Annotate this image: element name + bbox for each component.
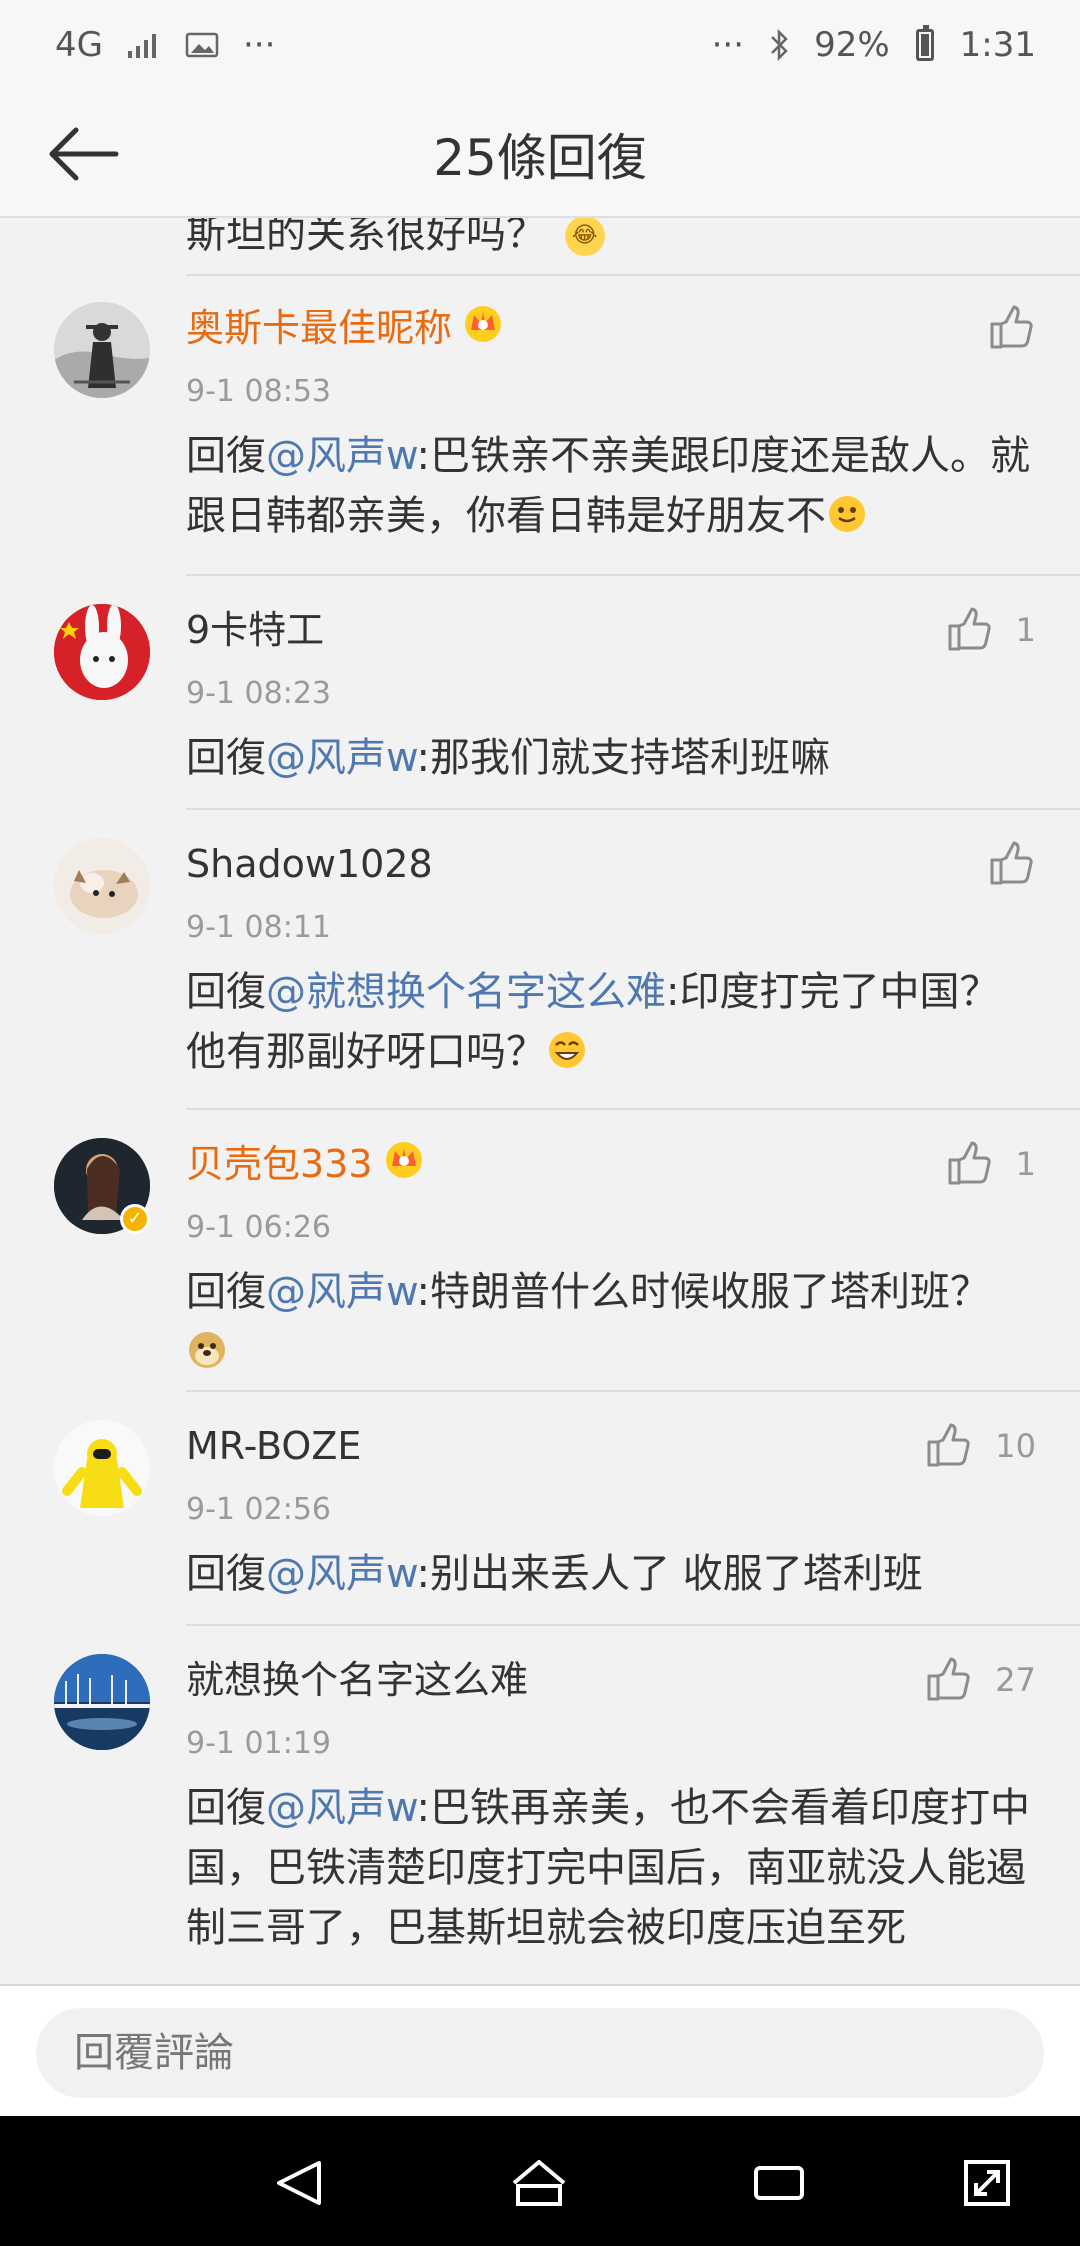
home-icon	[512, 2160, 566, 2206]
like-button[interactable]: 10	[925, 1422, 1036, 1470]
comment-mention[interactable]: @风声w	[266, 735, 417, 781]
recent-apps-icon	[754, 2166, 804, 2200]
back-button[interactable]	[40, 120, 124, 188]
comment-author-name[interactable]: Shadow1028	[186, 838, 433, 890]
like-button[interactable]	[988, 840, 1036, 888]
divider	[186, 574, 1080, 576]
image-icon	[185, 31, 219, 59]
comment-item[interactable]: MR-BOZE 9-1 02:56 10 回復@风声w:别出来丢人了 收服了塔利…	[0, 1394, 1080, 1626]
like-count: 1	[1015, 611, 1036, 649]
comment-mention[interactable]: @风声w	[266, 1785, 417, 1831]
like-count: 10	[995, 1427, 1036, 1465]
avatar[interactable]	[54, 604, 150, 700]
status-more-right: ···	[711, 25, 745, 65]
thumbs-up-icon	[927, 1657, 970, 1701]
avatar[interactable]	[54, 302, 150, 398]
nav-bar: 25條回復	[0, 90, 1080, 218]
thumbs-up-icon	[990, 841, 1033, 885]
thumbs-up-icon	[990, 305, 1033, 349]
page-title: 25條回復	[433, 129, 647, 187]
comment-text: 回復@风声w:别出来丢人了 收服了塔利班	[186, 1551, 923, 1597]
partial-comment: 斯坦的关系很好吗？ 😂	[186, 218, 1046, 266]
status-left-icons: 4G ···	[55, 25, 275, 65]
comment-time: 9-1 08:11	[186, 910, 331, 945]
battery-percent: 92%	[814, 25, 890, 65]
back-triangle-icon	[277, 2161, 321, 2205]
comment-time: 9-1 01:19	[186, 1726, 331, 1761]
comment-mention[interactable]: @风声w	[266, 1269, 417, 1315]
arrow-left-icon	[49, 127, 119, 181]
comment-time: 9-1 06:26	[186, 1210, 331, 1245]
like-button[interactable]: 1	[946, 606, 1036, 654]
comment-text: 回復@风声w:巴铁亲不亲美跟印度还是敌人。就跟日韩都亲美，你看日韩是好朋友不	[186, 433, 1031, 539]
comment-mention[interactable]: @风声w	[266, 433, 417, 479]
comment-mention[interactable]: @就想换个名字这么难	[266, 969, 666, 1015]
comment-item[interactable]: 就想换个名字这么难 9-1 01:19 27 回復@风声w:巴铁再亲美，也不会看…	[0, 1628, 1080, 1984]
network-label: 4G	[55, 25, 103, 65]
comment-item[interactable]: ✓ 贝壳包333 9-1 06:26 1 回復@风声w:特朗普什么时候收服了塔利…	[0, 1112, 1080, 1398]
battery-icon	[915, 25, 934, 61]
verified-badge-icon: ✓	[120, 1204, 150, 1234]
vip-crown-icon	[385, 1142, 422, 1178]
divider	[186, 808, 1080, 810]
comment-author-name[interactable]: 就想换个名字这么难	[186, 1654, 528, 1706]
divider	[186, 1390, 1080, 1392]
author-name-text: 奥斯卡最佳昵称	[186, 306, 453, 350]
comment-text: 回復@风声w:特朗普什么时候收服了塔利班？	[186, 1262, 1036, 1382]
split-screen-icon	[964, 2160, 1010, 2206]
comment-author-name[interactable]: 9卡特工	[186, 604, 324, 656]
avatar[interactable]	[54, 1654, 150, 1750]
comment-text: 回復@就想换个名字这么难:印度打完了中国？他有那副好呀口吗？	[186, 969, 1000, 1075]
tears-emoji-icon: 😂	[564, 218, 605, 256]
comment-author-name[interactable]: 奥斯卡最佳昵称	[186, 302, 504, 354]
comment-item[interactable]: 奥斯卡最佳昵称 9-1 08:53 回復@风声w:巴铁亲不亲美跟印度还是敌人。就…	[0, 276, 1080, 576]
like-count: 27	[995, 1661, 1036, 1699]
like-count: 1	[1015, 1145, 1036, 1183]
comment-item[interactable]: Shadow1028 9-1 08:11 回復@就想换个名字这么难:印度打完了中…	[0, 812, 1080, 1110]
comment-time: 9-1 08:53	[186, 374, 331, 409]
comments-list[interactable]: 斯坦的关系很好吗？ 😂 奥斯卡最佳昵称 9-1 08:53 回復@风声w:巴铁亲…	[0, 218, 1080, 1984]
comment-text: 回復@风声w:那我们就支持塔利班嘛	[186, 735, 831, 781]
divider	[186, 1108, 1080, 1110]
thumbs-up-icon	[927, 1423, 970, 1467]
thumbs-up-icon	[948, 607, 991, 651]
author-name-text: 贝壳包333	[186, 1142, 373, 1186]
divider	[186, 1624, 1080, 1626]
like-button[interactable]: 27	[925, 1656, 1036, 1704]
reply-comment-input[interactable]	[36, 2008, 1044, 2098]
comment-item[interactable]: 9卡特工 9-1 08:23 1 回復@风声w:那我们就支持塔利班嘛	[0, 578, 1080, 808]
vip-crown-icon	[465, 306, 502, 342]
status-bar: 4G ··· ··· 92% 1:31	[0, 0, 1080, 90]
laughing-emoji-icon	[549, 1032, 585, 1068]
like-button[interactable]	[988, 304, 1036, 352]
doge-emoji-icon	[189, 1332, 225, 1368]
avatar[interactable]	[54, 838, 150, 934]
system-home-button[interactable]	[508, 2152, 570, 2214]
comment-text: 回復@风声w:巴铁再亲美，也不会看着印度打中国，巴铁清楚印度打完中国后，南亚就没…	[186, 1785, 1031, 1951]
comment-author-name[interactable]: 贝壳包333	[186, 1138, 425, 1190]
bluetooth-icon	[768, 28, 790, 62]
status-right-icons: ··· 92% 1:31	[712, 25, 1036, 65]
comment-mention[interactable]: @风声w	[266, 1551, 417, 1597]
system-navigation-bar	[0, 2116, 1080, 2246]
comment-time: 9-1 02:56	[186, 1492, 331, 1527]
comment-time: 9-1 08:23	[186, 676, 331, 711]
clock: 1:31	[959, 25, 1036, 65]
thumbs-up-icon	[948, 1141, 991, 1185]
avatar[interactable]	[54, 1420, 150, 1516]
status-more-left: ···	[242, 25, 276, 65]
system-split-screen-button[interactable]	[956, 2152, 1018, 2214]
system-recent-apps-button[interactable]	[748, 2152, 810, 2214]
comment-author-name[interactable]: MR-BOZE	[186, 1420, 361, 1472]
like-button[interactable]: 1	[946, 1140, 1036, 1188]
partial-comment-text: 斯坦的关系很好吗？	[186, 218, 546, 257]
system-back-button[interactable]	[268, 2152, 330, 2214]
reply-bar	[0, 1984, 1080, 2116]
signal-icon	[127, 31, 161, 59]
smiling-emoji-icon	[829, 496, 865, 532]
